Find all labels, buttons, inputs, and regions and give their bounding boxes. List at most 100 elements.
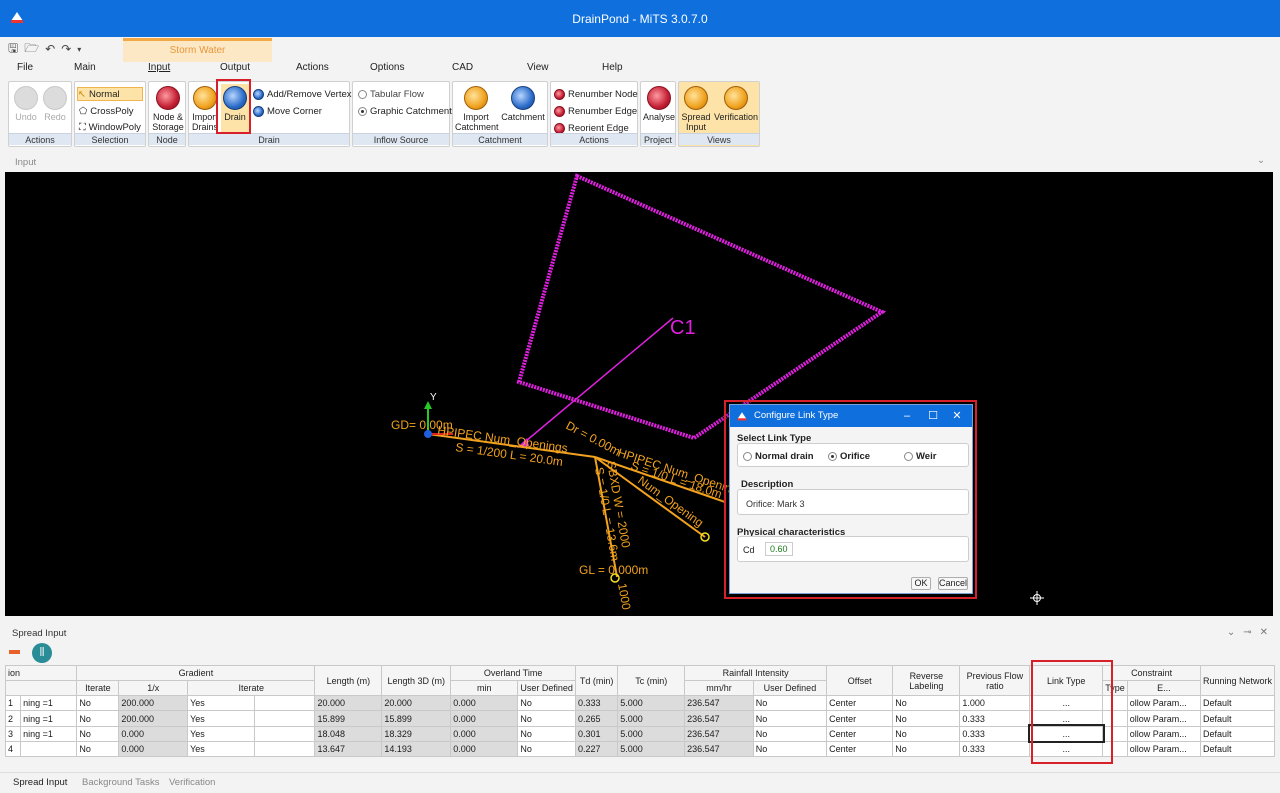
cell-gradient-1x[interactable]: 200.000 bbox=[118, 695, 189, 712]
col-header-e[interactable]: E... bbox=[1126, 680, 1201, 697]
cell-dropdown[interactable] bbox=[253, 725, 316, 742]
cell-offset[interactable]: Center bbox=[826, 740, 894, 758]
cell-previous-flow-ratio[interactable]: 0.333 bbox=[959, 710, 1031, 727]
drain-button[interactable]: Drain bbox=[221, 84, 249, 132]
minimize-icon[interactable]: – bbox=[896, 405, 918, 427]
col-header-td[interactable]: Td (min) bbox=[574, 664, 619, 697]
tab-background-tasks[interactable]: Background Tasks bbox=[82, 777, 159, 788]
close-icon[interactable]: ✕ bbox=[1260, 627, 1268, 638]
ok-button[interactable]: OK bbox=[911, 577, 931, 590]
col-header-type[interactable]: Type bbox=[1102, 680, 1128, 697]
tab-cad[interactable]: CAD bbox=[452, 62, 473, 73]
cell-link-type[interactable]: ... bbox=[1029, 695, 1104, 712]
col-header-offset[interactable]: Offset bbox=[826, 664, 894, 697]
cell-e[interactable] bbox=[1102, 710, 1128, 727]
cell-constraint-type[interactable]: ollow Param... bbox=[1126, 740, 1201, 758]
tab-view[interactable]: View bbox=[527, 62, 549, 73]
cell-constraint-type[interactable]: ollow Param... bbox=[1126, 725, 1201, 742]
cell-length[interactable]: 18.048 bbox=[314, 725, 383, 742]
cell-rainfall-user-defined[interactable]: No bbox=[752, 695, 828, 712]
import-catchment-button[interactable]: Import Catchment bbox=[455, 86, 499, 132]
renumber-node-button[interactable]: Renumber Node bbox=[554, 87, 638, 101]
col-header-user-defined[interactable]: User Defined bbox=[517, 680, 576, 697]
cell-e[interactable] bbox=[1102, 725, 1128, 742]
table-row[interactable]: 3 ning =1 No 0.000 Yes 18.048 18.329 0.000 No 0.3… bbox=[4, 724, 1276, 744]
open-icon[interactable]: 🗁 bbox=[24, 39, 39, 60]
cell-gradient-iterate[interactable]: Yes bbox=[187, 710, 255, 727]
tab-actions[interactable]: Actions bbox=[296, 62, 329, 73]
cell-running-network[interactable]: Default bbox=[1199, 695, 1276, 712]
column-settings-icon[interactable]: ⫼ bbox=[32, 643, 52, 663]
cell-rainfall-user-defined[interactable]: No bbox=[752, 710, 828, 727]
cancel-button[interactable]: Cancel bbox=[938, 577, 968, 590]
cd-input[interactable]: 0.60 bbox=[765, 542, 793, 556]
cell-previous-flow-ratio[interactable]: 0.333 bbox=[959, 725, 1031, 742]
table-row[interactable]: 2 ning =1 No 200.000 Yes 15.899 15.899 0.000 No 0… bbox=[4, 710, 1276, 727]
tab-output[interactable]: Output bbox=[220, 62, 250, 73]
verification-button[interactable]: Verification bbox=[713, 86, 759, 122]
cell-dropdown[interactable] bbox=[253, 695, 316, 712]
tab-file[interactable]: File bbox=[17, 62, 33, 73]
import-drains-button[interactable]: Import Drains bbox=[191, 86, 219, 132]
cell-rainfall-user-defined[interactable]: No bbox=[752, 725, 828, 742]
cell-link-type[interactable]: ... bbox=[1029, 740, 1104, 758]
normal-selection-button[interactable]: ↖ Normal bbox=[77, 87, 143, 101]
cell-name[interactable] bbox=[20, 740, 78, 758]
col-header-link-type[interactable]: Link Type bbox=[1029, 664, 1104, 697]
graphic-catchment-radio[interactable]: Graphic Catchment bbox=[358, 104, 452, 118]
customize-icon[interactable]: ▾ bbox=[77, 45, 81, 54]
orifice-radio[interactable]: Orifice bbox=[828, 449, 870, 463]
cell-constraint-type[interactable]: ollow Param... bbox=[1126, 710, 1201, 727]
node-storage-button[interactable]: Node & Storage bbox=[151, 86, 185, 132]
description-field[interactable]: Orifice: Mark 3 bbox=[746, 499, 805, 509]
table-row[interactable]: 4 No 0.000 Yes 13.647 14.193 0.000 No 0.227 5.000… bbox=[4, 740, 1276, 758]
cell-e[interactable] bbox=[1102, 695, 1128, 712]
drawing-canvas[interactable]: C1 Y GD= 0.00m HPIPEC Num_Openings S = 1… bbox=[5, 172, 1273, 616]
save-icon[interactable]: 🖫 bbox=[8, 39, 18, 60]
col-header-length[interactable]: Length (m) bbox=[314, 664, 383, 697]
cell-reverse-labeling[interactable]: No bbox=[892, 740, 961, 758]
cell-overland-min[interactable]: 0.000 bbox=[450, 710, 519, 727]
cell-gradient-iterate[interactable]: Yes bbox=[187, 740, 255, 758]
cell-offset[interactable]: Center bbox=[826, 695, 894, 712]
normal-drain-radio[interactable]: Normal drain bbox=[743, 449, 814, 463]
cell-reverse-labeling[interactable]: No bbox=[892, 725, 961, 742]
col-header-user-defined[interactable]: User Defined bbox=[752, 680, 828, 697]
cell-dropdown[interactable] bbox=[253, 710, 316, 727]
undo-button[interactable]: Undo bbox=[13, 86, 39, 122]
cell-gradient-iterate[interactable]: Yes bbox=[187, 695, 255, 712]
cell-length[interactable]: 13.647 bbox=[314, 740, 383, 758]
cell-overland-user-defined[interactable]: No bbox=[517, 725, 576, 742]
col-header-tc[interactable]: Tc (min) bbox=[617, 664, 686, 697]
windowpoly-button[interactable]: ⛶ WindowPoly bbox=[79, 120, 141, 134]
analyse-button[interactable]: Analyse bbox=[642, 86, 676, 122]
cell-name[interactable]: ning =1 bbox=[20, 710, 78, 727]
tabular-flow-radio[interactable]: Tabular Flow bbox=[358, 87, 424, 101]
tab-input[interactable]: Input bbox=[148, 62, 170, 73]
maximize-icon[interactable]: ☐ bbox=[922, 405, 944, 427]
cell-constraint-type[interactable]: ollow Param... bbox=[1126, 695, 1201, 712]
cell-running-network[interactable]: Default bbox=[1199, 740, 1276, 758]
cell-overland-min[interactable]: 0.000 bbox=[450, 725, 519, 742]
catchment-button[interactable]: Catchment bbox=[501, 86, 545, 122]
cell-overland-min[interactable]: 0.000 bbox=[450, 740, 519, 758]
tab-main[interactable]: Main bbox=[74, 62, 96, 73]
cell-link-type[interactable]: ... bbox=[1029, 710, 1104, 727]
chevron-down-icon[interactable]: ⌄ bbox=[1227, 627, 1235, 638]
undo-icon[interactable]: ↶ bbox=[45, 42, 55, 56]
pin-icon[interactable]: ⊸ bbox=[1243, 627, 1251, 638]
tab-spread-input[interactable]: Spread Input bbox=[13, 777, 67, 788]
col-header-mm-hr[interactable]: mm/hr bbox=[684, 680, 754, 697]
tab-verification[interactable]: Verification bbox=[169, 777, 215, 788]
tab-options[interactable]: Options bbox=[370, 62, 404, 73]
cell-running-network[interactable]: Default bbox=[1199, 725, 1276, 742]
cell-gradient-iterate[interactable]: Yes bbox=[187, 725, 255, 742]
move-corner-button[interactable]: Move Corner bbox=[253, 104, 322, 118]
cell-running-network[interactable]: Default bbox=[1199, 710, 1276, 727]
cell-gradient-1x[interactable]: 0.000 bbox=[118, 725, 189, 742]
cell-length[interactable]: 20.000 bbox=[314, 695, 383, 712]
tab-help[interactable]: Help bbox=[602, 62, 623, 73]
col-header-reverse-labeling[interactable]: Reverse Labeling bbox=[892, 664, 961, 697]
cell-reverse-labeling[interactable]: No bbox=[892, 695, 961, 712]
close-icon[interactable]: ✕ bbox=[946, 405, 968, 427]
